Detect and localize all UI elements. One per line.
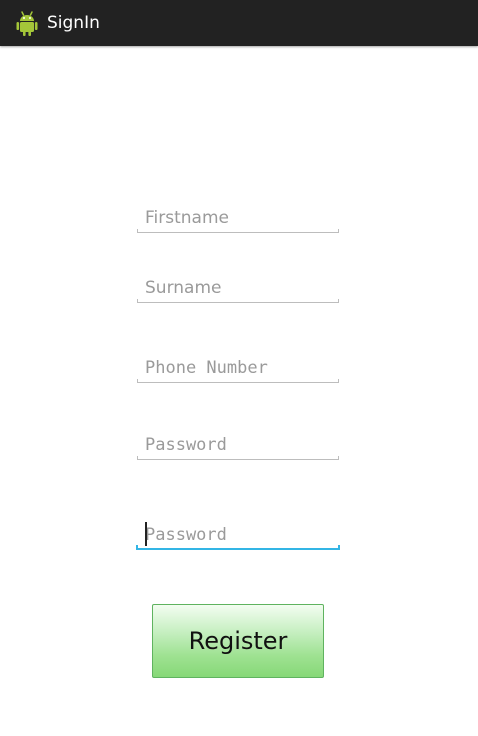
surname-field[interactable]: Surname xyxy=(137,269,339,303)
password-field[interactable]: Password xyxy=(137,426,339,460)
confirm-password-placeholder: Password xyxy=(145,525,227,545)
field-underline xyxy=(137,382,339,383)
phone-number-placeholder: Phone Number xyxy=(145,358,268,378)
phone-number-field[interactable]: Phone Number xyxy=(137,349,339,383)
field-underline xyxy=(137,232,339,233)
firstname-placeholder: Firstname xyxy=(145,208,229,228)
text-cursor xyxy=(145,522,147,546)
field-underline xyxy=(137,459,339,460)
android-robot-icon xyxy=(13,9,41,37)
surname-placeholder: Surname xyxy=(145,278,222,298)
field-underline xyxy=(137,302,339,303)
confirm-password-field[interactable]: Password xyxy=(136,516,340,550)
register-button[interactable]: Register xyxy=(152,604,324,678)
firstname-field[interactable]: Firstname xyxy=(137,199,339,233)
password-placeholder: Password xyxy=(145,435,227,455)
app-title: SignIn xyxy=(47,13,100,33)
field-underline-focused xyxy=(136,548,340,550)
action-bar: SignIn xyxy=(0,0,478,46)
